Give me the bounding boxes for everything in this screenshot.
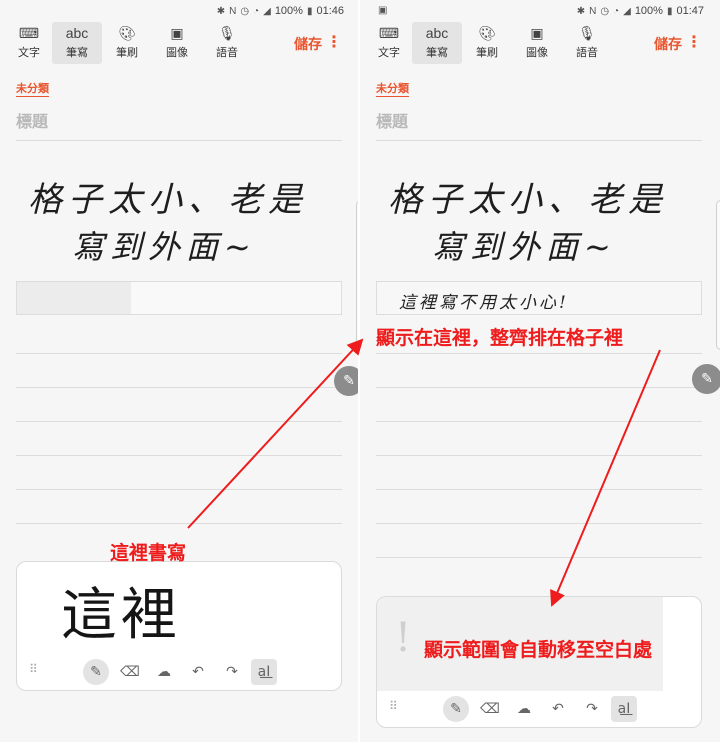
arrow-to-cell [187, 338, 364, 529]
arrow-to-writing-area [550, 349, 661, 607]
annotation-write-here: 這裡書寫 [110, 542, 187, 564]
annotation-shown-here: 顯示在這裡，整齊排在格子裡 [376, 327, 624, 349]
annotation-arrows [187, 338, 661, 607]
annotation-auto-move: 顯示範圍會自動移至空白處 [424, 639, 653, 661]
